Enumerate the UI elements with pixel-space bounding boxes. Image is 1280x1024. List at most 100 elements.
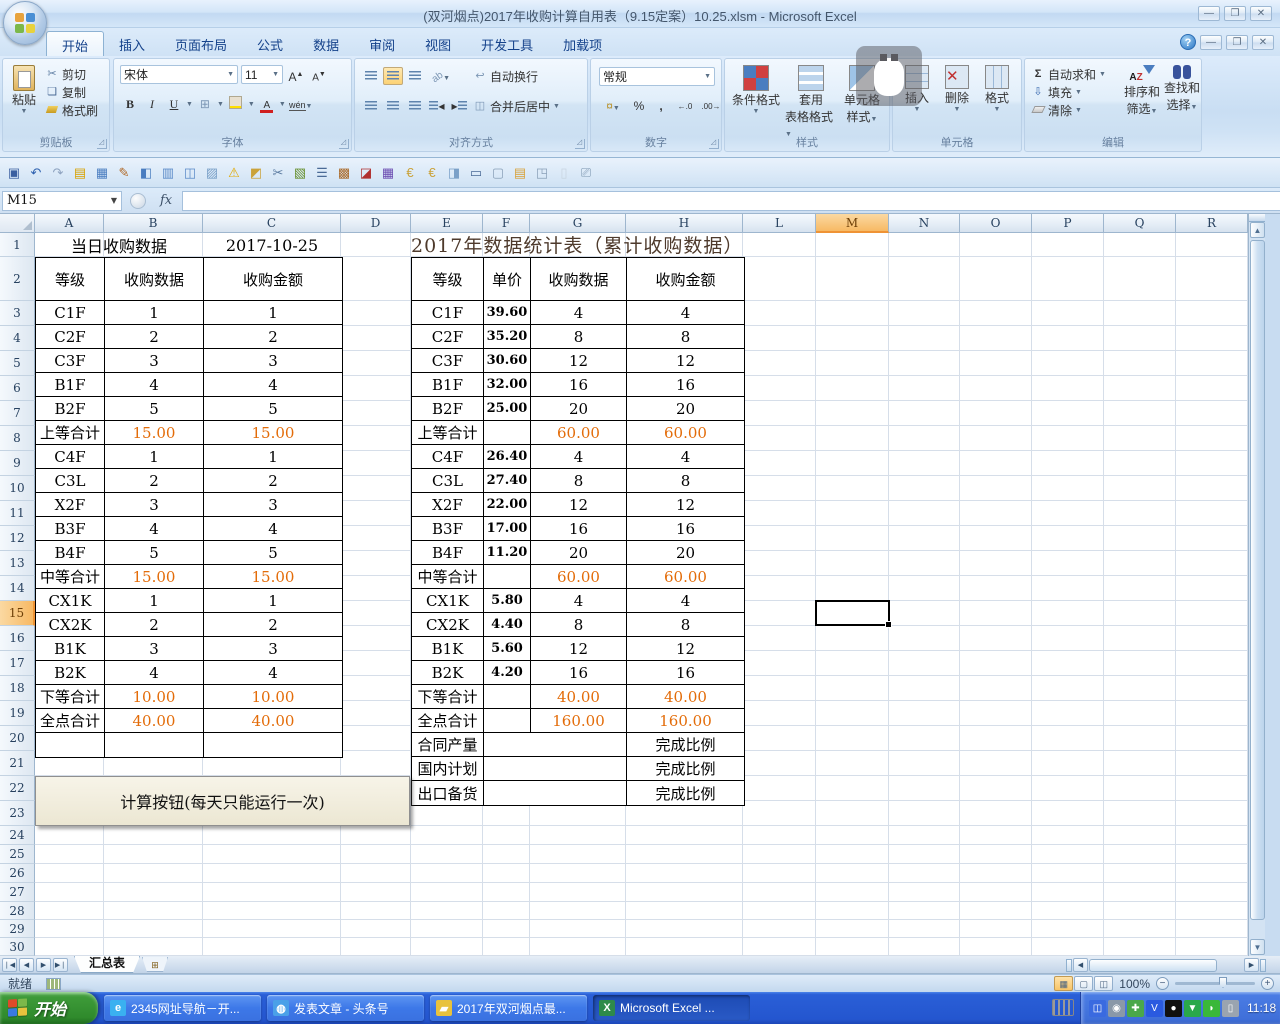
row-header-8[interactable]: 8 xyxy=(0,426,35,451)
open-folder-icon[interactable]: ▤ xyxy=(510,163,530,183)
first-sheet-button[interactable]: ❘◀ xyxy=(2,958,17,972)
table-cell[interactable] xyxy=(484,709,531,733)
table-cell[interactable]: 16 xyxy=(531,661,627,685)
cell-N9[interactable] xyxy=(889,451,960,476)
cell-R19[interactable] xyxy=(1176,701,1248,726)
cell-P24[interactable] xyxy=(1032,826,1104,845)
cell-D2[interactable] xyxy=(341,257,411,301)
table-cell[interactable]: 4 xyxy=(627,589,744,613)
table-cell[interactable] xyxy=(484,757,627,781)
cell-E27[interactable] xyxy=(411,883,483,902)
align-center-button[interactable] xyxy=(383,97,403,115)
cell-A27[interactable] xyxy=(35,883,104,902)
list-outline-icon[interactable]: ☰ xyxy=(312,163,332,183)
row-header-13[interactable]: 13 xyxy=(0,551,35,576)
table-cell[interactable]: 60.00 xyxy=(531,565,627,589)
app-close-button[interactable]: ✕ xyxy=(1250,6,1272,21)
table-cell[interactable]: 16 xyxy=(627,373,744,397)
cut-button[interactable]: ✂剪切 xyxy=(45,65,98,83)
cell-L20[interactable] xyxy=(743,726,816,751)
cell-O3[interactable] xyxy=(960,301,1032,326)
scroll-left-button[interactable]: ◀ xyxy=(1073,958,1088,972)
scroll-down-button[interactable]: ▼ xyxy=(1250,939,1265,955)
column-header-D[interactable]: D xyxy=(341,214,411,233)
cell-P4[interactable] xyxy=(1032,326,1104,351)
cell-Q3[interactable] xyxy=(1104,301,1176,326)
cell-N25[interactable] xyxy=(889,845,960,864)
currency-convert-icon[interactable]: € xyxy=(422,163,442,183)
table-cell[interactable]: 26.40 xyxy=(484,445,531,469)
cell-R1[interactable] xyxy=(1176,233,1248,257)
last-sheet-button[interactable]: ▶❘ xyxy=(53,958,68,972)
cell-L30[interactable] xyxy=(743,938,816,956)
cell-O7[interactable] xyxy=(960,401,1032,426)
cell-D30[interactable] xyxy=(341,938,411,956)
table-cell[interactable]: 下等合计 xyxy=(36,685,105,709)
cell-E30[interactable] xyxy=(411,938,483,956)
find-select-button[interactable]: 查找和选择▼ xyxy=(1163,65,1201,113)
cell-R28[interactable] xyxy=(1176,902,1248,920)
workbook-restore-button[interactable]: ❐ xyxy=(1226,35,1248,50)
cell-H25[interactable] xyxy=(626,845,743,864)
cell-F25[interactable] xyxy=(483,845,530,864)
cell-Q29[interactable] xyxy=(1104,920,1176,938)
cell-F26[interactable] xyxy=(483,864,530,883)
ribbon-tab-审阅[interactable]: 审阅 xyxy=(354,31,410,56)
table-cell[interactable]: 15.00 xyxy=(204,565,342,589)
cell-L24[interactable] xyxy=(743,826,816,845)
table-cell[interactable]: 3 xyxy=(105,637,204,661)
table-cell[interactable]: 4 xyxy=(105,373,204,397)
table-cell[interactable]: 20 xyxy=(531,397,627,421)
cell-P30[interactable] xyxy=(1032,938,1104,956)
cell-D26[interactable] xyxy=(341,864,411,883)
cell-R21[interactable] xyxy=(1176,751,1248,776)
fill-button[interactable]: ⇩填充▼ xyxy=(1031,83,1106,101)
cell-D16[interactable] xyxy=(341,626,411,651)
table-cell[interactable]: 12 xyxy=(627,349,744,373)
table-cell[interactable]: C1F xyxy=(412,301,484,325)
table-cell[interactable]: 10.00 xyxy=(204,685,342,709)
insert-table-icon[interactable]: ▥ xyxy=(158,163,178,183)
cell-R12[interactable] xyxy=(1176,526,1248,551)
column-header-C[interactable]: C xyxy=(203,214,341,233)
cell-D13[interactable] xyxy=(341,551,411,576)
row-header-7[interactable]: 7 xyxy=(0,401,35,426)
cell-H30[interactable] xyxy=(626,938,743,956)
cell-R4[interactable] xyxy=(1176,326,1248,351)
ribbon-tab-页面布局[interactable]: 页面布局 xyxy=(160,31,242,56)
cell-B29[interactable] xyxy=(104,920,203,938)
cell-R24[interactable] xyxy=(1176,826,1248,845)
cell-R30[interactable] xyxy=(1176,938,1248,956)
cell-C26[interactable] xyxy=(203,864,341,883)
scroll-up-button[interactable]: ▲ xyxy=(1250,222,1265,238)
row-header-30[interactable]: 30 xyxy=(0,938,35,956)
select-all-corner[interactable] xyxy=(0,214,35,233)
cell-M14[interactable] xyxy=(816,576,889,601)
vertical-split-handle[interactable] xyxy=(1249,214,1265,222)
table-cell[interactable]: X2F xyxy=(412,493,484,517)
cell-N29[interactable] xyxy=(889,920,960,938)
table-cell[interactable]: 60.00 xyxy=(531,421,627,445)
cell-P21[interactable] xyxy=(1032,751,1104,776)
page-layout-view-button[interactable]: ▢ xyxy=(1074,976,1093,991)
cell-Q1[interactable] xyxy=(1104,233,1176,257)
prev-sheet-button[interactable]: ◀ xyxy=(19,958,34,972)
ribbon-tab-开发工具[interactable]: 开发工具 xyxy=(466,31,548,56)
cell-R10[interactable] xyxy=(1176,476,1248,501)
cell-M18[interactable] xyxy=(816,676,889,701)
autosum-button[interactable]: Σ自动求和▼ xyxy=(1031,65,1106,83)
cell-N12[interactable] xyxy=(889,526,960,551)
align-right-button[interactable] xyxy=(405,97,425,115)
cell-N23[interactable] xyxy=(889,801,960,826)
cell-A30[interactable] xyxy=(35,938,104,956)
cell-N7[interactable] xyxy=(889,401,960,426)
table-cell[interactable]: 15.00 xyxy=(105,565,204,589)
cell-O6[interactable] xyxy=(960,376,1032,401)
warning-icon[interactable]: ⚠ xyxy=(224,163,244,183)
row-header-26[interactable]: 26 xyxy=(0,864,35,883)
phonetic-guide-button[interactable]: wén▼ xyxy=(288,95,314,113)
table-cell[interactable]: 15.00 xyxy=(204,421,342,445)
zoom-out-button[interactable]: − xyxy=(1156,977,1169,990)
undo-icon[interactable]: ↶ xyxy=(26,163,46,183)
table-cell[interactable]: 单价 xyxy=(484,258,531,301)
